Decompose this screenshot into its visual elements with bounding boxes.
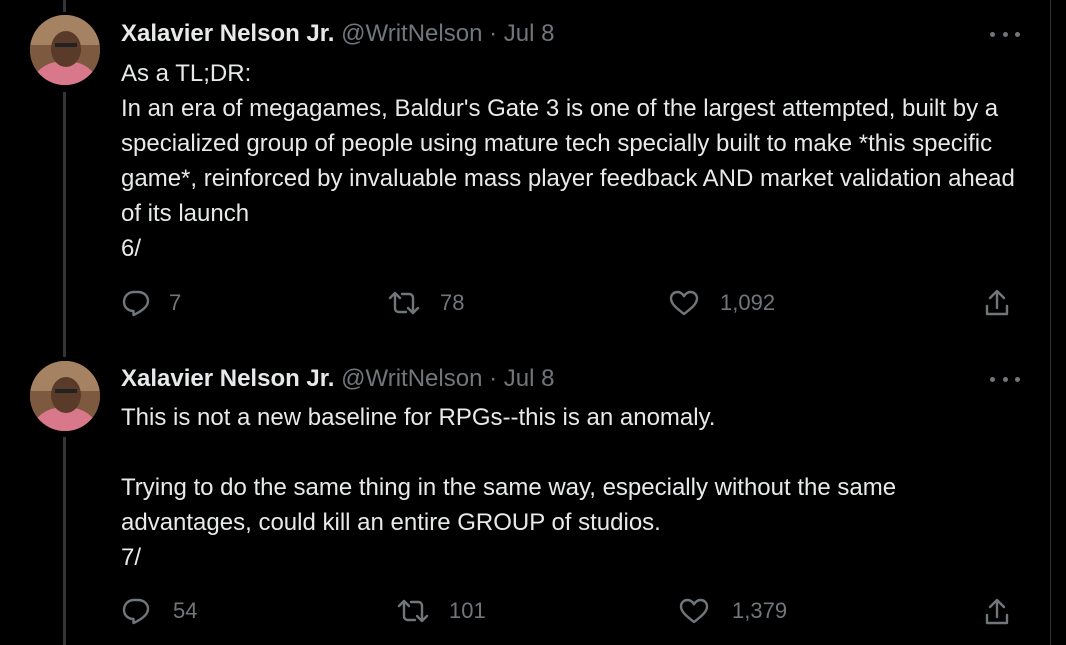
author-handle[interactable]: @WritNelson — [341, 365, 482, 392]
tweet-text: This is not a new baseline for RPGs--thi… — [121, 404, 897, 571]
tweet-header: Xalavier Nelson Jr. @WritNelson · Jul 8 — [121, 19, 554, 49]
thread-line-top — [63, 0, 66, 12]
author-name[interactable]: Xalavier Nelson Jr. — [121, 20, 334, 47]
like-button[interactable]: 1,379 — [678, 597, 787, 625]
tweet-date[interactable]: Jul 8 — [504, 20, 555, 47]
avatar[interactable] — [30, 361, 100, 431]
repost-button[interactable]: 78 — [386, 289, 464, 317]
tweet-text: As a TL;DR: In an era of megagames, Bald… — [121, 60, 1015, 262]
share-icon — [985, 598, 1009, 625]
like-count: 1,092 — [720, 290, 776, 315]
reply-button[interactable]: 54 — [121, 597, 197, 625]
separator-dot: · — [489, 20, 498, 47]
tweet-6[interactable]: Xalavier Nelson Jr. @WritNelson · Jul 8 … — [0, 0, 1050, 345]
repost-button[interactable]: 101 — [395, 597, 486, 625]
share-icon — [985, 289, 1009, 316]
more-options-icon[interactable] — [990, 28, 1020, 40]
author-handle[interactable]: @WritNelson — [341, 20, 482, 47]
thread-line — [63, 92, 66, 345]
tweet-date[interactable]: Jul 8 — [504, 365, 555, 392]
thread-line — [63, 437, 66, 645]
reply-button[interactable]: 7 — [121, 289, 181, 317]
reply-count: 7 — [169, 290, 182, 315]
share-button[interactable] — [983, 288, 1011, 318]
timeline-border — [1050, 0, 1051, 645]
like-count: 1,379 — [732, 598, 788, 623]
reply-icon — [122, 290, 150, 317]
heart-icon — [679, 598, 709, 624]
heart-icon — [669, 290, 699, 316]
repost-count: 101 — [449, 598, 486, 623]
reply-icon — [122, 598, 150, 625]
separator-dot: · — [489, 365, 498, 392]
author-name[interactable]: Xalavier Nelson Jr. — [121, 365, 334, 392]
tweet-7[interactable]: Xalavier Nelson Jr. @WritNelson · Jul 8 … — [0, 345, 1050, 645]
avatar[interactable] — [30, 15, 100, 85]
share-button[interactable] — [983, 597, 1011, 627]
like-button[interactable]: 1,092 — [668, 289, 775, 317]
repost-count: 78 — [440, 290, 465, 315]
more-options-icon[interactable] — [990, 373, 1020, 385]
tweet-header: Xalavier Nelson Jr. @WritNelson · Jul 8 — [121, 364, 554, 394]
repost-icon — [397, 599, 429, 623]
reply-count: 54 — [173, 598, 198, 623]
repost-icon — [388, 291, 420, 315]
thread-line-top — [63, 345, 66, 357]
